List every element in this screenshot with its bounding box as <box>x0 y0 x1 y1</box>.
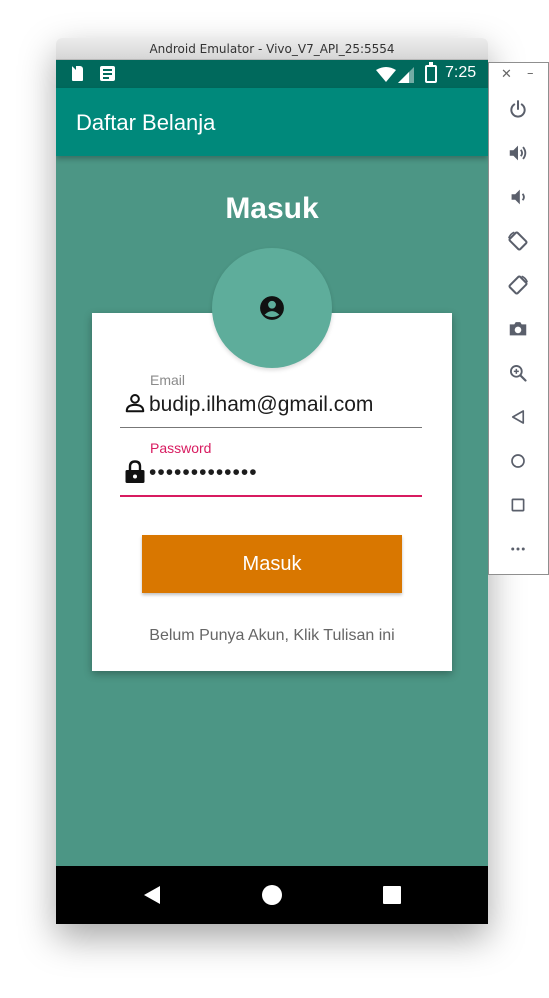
wifi-icon <box>376 67 396 82</box>
toolbar-home-icon[interactable] <box>506 449 530 473</box>
login-button[interactable]: Masuk <box>142 535 402 593</box>
battery-icon <box>425 62 437 83</box>
notes-icon <box>100 66 115 81</box>
emulator-window: Android Emulator - Vivo_V7_API_25:5554 7… <box>56 38 488 924</box>
close-icon[interactable]: ✕ <box>501 67 512 82</box>
volume-down-icon[interactable] <box>506 185 530 209</box>
overview-icon[interactable] <box>506 493 530 517</box>
more-icon[interactable] <box>506 537 530 561</box>
navigation-bar <box>56 866 488 924</box>
window-title: Android Emulator - Vivo_V7_API_25:5554 <box>56 38 488 60</box>
lock-icon <box>125 460 145 483</box>
zoom-icon[interactable] <box>506 361 530 385</box>
minimize-icon[interactable]: – <box>527 66 534 81</box>
app-bar: Daftar Belanja <box>56 88 488 156</box>
rotate-right-icon[interactable] <box>506 273 530 297</box>
volume-up-icon[interactable] <box>506 141 530 165</box>
sd-card-icon <box>72 66 83 81</box>
power-icon[interactable] <box>506 97 530 121</box>
password-underline <box>120 495 422 497</box>
home-icon[interactable] <box>262 885 282 905</box>
rotate-left-icon[interactable] <box>506 229 530 253</box>
signal-icon <box>398 67 414 83</box>
email-field: Email <box>120 372 422 432</box>
device-screen: 7:25 Daftar Belanja Masuk Email Password <box>56 60 488 924</box>
email-label: Email <box>150 372 186 388</box>
status-bar: 7:25 <box>56 60 488 88</box>
password-label: Password <box>150 440 212 456</box>
register-link[interactable]: Belum Punya Akun, Klik Tulisan ini <box>92 627 452 645</box>
account-circle-icon <box>260 296 284 320</box>
password-input[interactable] <box>149 458 421 488</box>
app-title: Daftar Belanja <box>76 110 216 135</box>
recents-icon[interactable] <box>383 886 401 904</box>
email-input[interactable] <box>149 390 421 420</box>
person-icon <box>125 394 145 413</box>
password-field: Password <box>120 440 422 500</box>
avatar <box>212 248 332 368</box>
login-heading: Masuk <box>225 192 319 225</box>
status-time: 7:25 <box>445 64 477 81</box>
email-underline <box>120 427 422 428</box>
camera-icon[interactable] <box>506 317 530 341</box>
toolbar-back-icon[interactable] <box>506 405 530 429</box>
emulator-toolbar: ✕ – <box>488 62 549 575</box>
back-icon[interactable] <box>144 886 160 904</box>
